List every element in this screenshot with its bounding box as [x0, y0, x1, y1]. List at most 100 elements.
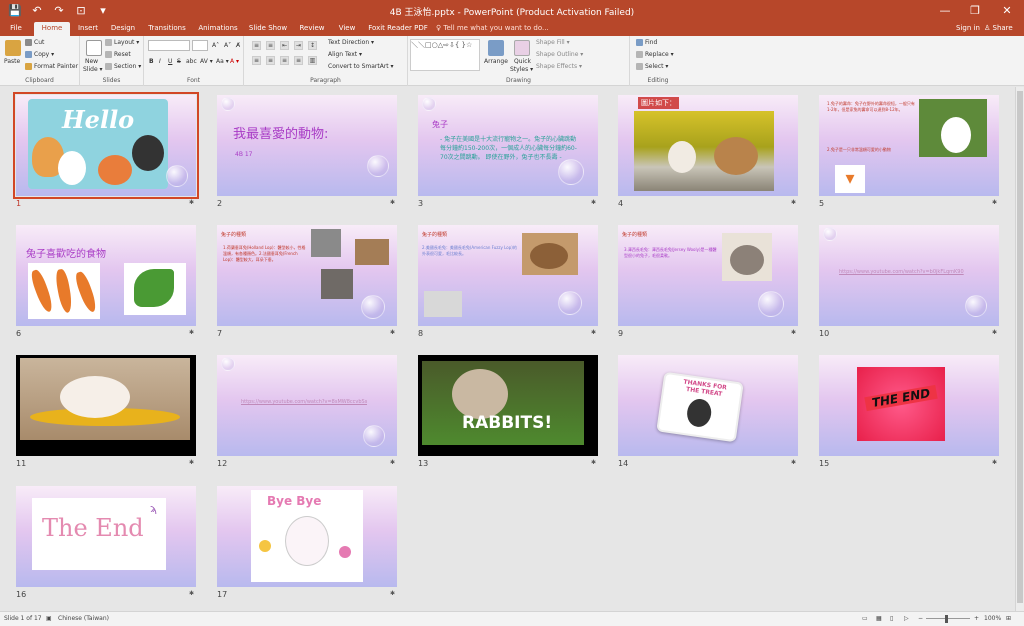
tab-transitions[interactable]: Transitions — [144, 22, 190, 36]
font-size-box[interactable] — [192, 40, 208, 51]
quick-styles-dropdown[interactable]: Styles ▾ — [510, 66, 533, 73]
new-slide-button[interactable]: New — [85, 58, 98, 65]
slide-number: 13 — [418, 459, 429, 468]
bold-button[interactable]: B — [149, 58, 154, 65]
justify-icon[interactable]: ≡ — [294, 56, 303, 65]
zoom-in-icon[interactable]: + — [974, 615, 979, 622]
align-right-icon[interactable]: ≡ — [280, 56, 289, 65]
paste-button[interactable]: Paste — [4, 58, 20, 65]
slide-thumbnail[interactable]: https://www.youtube.com/watch?v=b0jkFLqm… — [819, 225, 999, 326]
text-direction-button[interactable]: Text Direction ▾ — [328, 39, 374, 46]
tab-design[interactable]: Design — [108, 22, 138, 36]
align-left-icon[interactable]: ≡ — [252, 56, 261, 65]
find-button[interactable]: Find — [636, 39, 657, 46]
slide-thumbnail[interactable]: 兔子 - 兔子在美國是十大流行寵物之一。兔子的心臟跳動每分鐘約150-200次，… — [418, 95, 598, 196]
tab-file[interactable]: File — [4, 22, 28, 36]
shadow-button[interactable]: abc — [186, 58, 197, 65]
zoom-slider-thumb[interactable] — [945, 615, 948, 623]
paste-icon[interactable] — [5, 40, 21, 56]
slide-thumbnail[interactable]: 1.兔子的壽命：兔子在野外的壽命很短，一般只有1-2年，但是家兔的壽命可以達到8… — [819, 95, 999, 196]
slide-thumbnail[interactable]: RABBITS! — [418, 355, 598, 456]
numbering-icon[interactable]: ≡ — [266, 41, 275, 50]
cut-button[interactable]: Cut — [25, 39, 44, 46]
slide-thumbnail[interactable]: 圖片如下： — [618, 95, 798, 196]
video-link[interactable]: https://www.youtube.com/watch?v=b0jkFLqm… — [839, 269, 964, 275]
tab-insert[interactable]: Insert — [74, 22, 102, 36]
reset-button[interactable]: Reset — [105, 51, 131, 58]
shape-effects-button[interactable]: Shape Effects ▾ — [536, 63, 582, 70]
slide-thumbnail[interactable]: https://www.youtube.com/watch?v=8sMW8ccv… — [217, 355, 397, 456]
columns-icon[interactable]: ▥ — [308, 56, 317, 65]
fit-to-window-icon[interactable]: ⊞ — [1006, 615, 1011, 622]
slide-thumbnail[interactable]: 兔子喜歡吃的食物 — [16, 225, 196, 326]
zoom-slider[interactable] — [926, 618, 970, 619]
quick-styles-icon[interactable] — [514, 40, 530, 56]
slide-thumbnail[interactable]: Bye Bye — [217, 486, 397, 587]
spellcheck-icon[interactable]: ▣ — [46, 615, 52, 622]
tab-foxit-reader-pdf[interactable]: Foxit Reader PDF — [366, 22, 430, 36]
font-color-button[interactable]: A ▾ — [230, 58, 239, 65]
copy-button[interactable]: Copy ▾ — [25, 51, 54, 58]
tab-home[interactable]: Home — [34, 22, 70, 36]
bullets-icon[interactable]: ≡ — [252, 41, 261, 50]
tab-animations[interactable]: Animations — [196, 22, 240, 36]
decrease-indent-icon[interactable]: ⇤ — [280, 41, 289, 50]
convert-smartart-button[interactable]: Convert to SmartArt ▾ — [328, 63, 394, 70]
minimize-icon[interactable]: — — [930, 0, 960, 22]
slide-sorter-view-icon[interactable]: ▦ — [876, 615, 882, 622]
share-button[interactable]: ♙ Share — [984, 22, 1013, 35]
slide-thumbnail[interactable]: 兔子的種類 1.荷蘭垂耳兔(Holland Lop)：體型較小，性格溫順，有各種… — [217, 225, 397, 326]
tell-me-search[interactable]: ♀ Tell me what you want to do... — [436, 22, 549, 36]
slide-thumbnail[interactable]: 我最喜愛的動物: 4B 17 — [217, 95, 397, 196]
arrange-icon[interactable] — [488, 40, 504, 56]
char-spacing-button[interactable]: AV ▾ — [200, 58, 213, 65]
replace-button[interactable]: Replace ▾ — [636, 51, 674, 58]
slide-thumbnail[interactable] — [16, 355, 196, 456]
font-name-box[interactable] — [148, 40, 190, 51]
italic-button[interactable]: I — [159, 58, 161, 65]
new-slide-dropdown[interactable]: Slide ▾ — [83, 66, 103, 73]
align-center-icon[interactable]: ≡ — [266, 56, 275, 65]
scrollbar-thumb[interactable] — [1017, 91, 1023, 603]
zoom-out-icon[interactable]: − — [918, 615, 923, 622]
reading-view-icon[interactable]: ▯ — [890, 615, 893, 622]
increase-indent-icon[interactable]: ⇥ — [294, 41, 303, 50]
close-icon[interactable]: ✕ — [992, 0, 1022, 22]
slide-thumbnail[interactable]: THE END — [819, 355, 999, 456]
line-spacing-icon[interactable]: ↕ — [308, 41, 317, 50]
language-indicator[interactable]: Chinese (Taiwan) — [58, 615, 109, 622]
shapes-gallery[interactable]: ＼＼□○△⇨⇩{ }☆ — [410, 39, 480, 71]
slide-thumbnail[interactable]: The End ϡ — [16, 486, 196, 587]
slide-thumbnail[interactable]: 兔子的種類 3.澤西長毛兔：澤西長毛兔(Jersey Wooly)是一種體型很小… — [618, 225, 798, 326]
slide-thumbnail[interactable]: 兔子的種類 2.美國長毛兔：美國長毛兔(American Fuzzy Lop)的… — [418, 225, 598, 326]
slide-thumbnail[interactable]: THANKS FOR THE TREAT — [618, 355, 798, 456]
grow-font-button[interactable]: A˄ — [212, 42, 219, 49]
new-slide-icon[interactable] — [86, 40, 102, 56]
shape-outline-button[interactable]: Shape Outline ▾ — [536, 51, 583, 58]
section-button[interactable]: Section ▾ — [105, 63, 141, 70]
arrange-button[interactable]: Arrange — [484, 58, 508, 65]
format-painter-button[interactable]: Format Painter — [25, 63, 78, 70]
slide-thumbnail[interactable]: Hello — [13, 92, 199, 199]
video-link[interactable]: https://www.youtube.com/watch?v=8sMW8ccv… — [241, 399, 367, 405]
ribbon-tabs: File Home Insert Design Transitions Anim… — [0, 22, 1024, 36]
strikethrough-button[interactable]: S — [177, 58, 181, 65]
zoom-level[interactable]: 100% — [984, 615, 1001, 622]
align-text-button[interactable]: Align Text ▾ — [328, 51, 362, 58]
underline-button[interactable]: U — [168, 58, 172, 65]
quick-styles-button[interactable]: Quick — [514, 58, 531, 65]
tab-view[interactable]: View — [334, 22, 360, 36]
restore-icon[interactable]: ❐ — [960, 0, 990, 22]
layout-button[interactable]: Layout ▾ — [105, 39, 139, 46]
shrink-font-button[interactable]: A˅ — [224, 42, 231, 49]
clear-format-button[interactable]: A̸ — [236, 42, 240, 49]
tab-slide-show[interactable]: Slide Show — [246, 22, 290, 36]
select-button[interactable]: Select ▾ — [636, 63, 668, 70]
slide-show-view-icon[interactable]: ▷ — [904, 615, 909, 622]
tab-review[interactable]: Review — [296, 22, 328, 36]
shape-fill-button[interactable]: Shape Fill ▾ — [536, 39, 570, 46]
change-case-button[interactable]: Aa ▾ — [216, 58, 229, 65]
sign-in-link[interactable]: Sign in — [956, 22, 980, 35]
normal-view-icon[interactable]: ▭ — [862, 615, 868, 622]
vertical-scrollbar[interactable] — [1015, 87, 1024, 611]
